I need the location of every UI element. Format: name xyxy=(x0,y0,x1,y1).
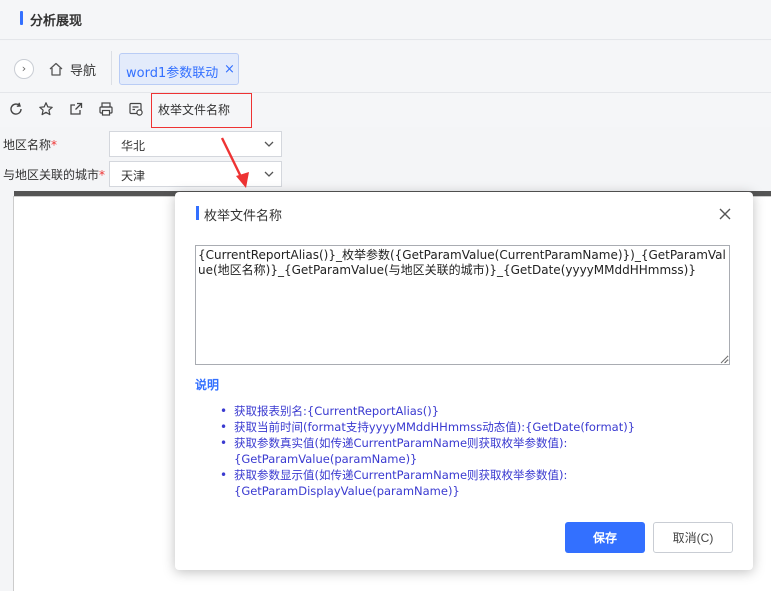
nav-label: 导航 xyxy=(70,63,97,79)
region-select-value: 华北 xyxy=(121,139,146,153)
dialog-accent-bar xyxy=(196,206,199,220)
report-toolbar xyxy=(0,93,771,127)
tab-divider xyxy=(111,51,112,85)
settings-doc-icon[interactable] xyxy=(128,101,144,117)
enum-filename-button-label[interactable]: 枚举文件名称 xyxy=(158,101,230,118)
param-row-city: 与地区关联的城市* 天津 xyxy=(0,159,290,187)
list-item: 获取当前时间(format支持yyyyMMddHHmmss动态值):{GetDa… xyxy=(220,419,690,435)
list-item: 获取参数真实值(如传递CurrentParamName则获取枚举参数值):{Ge… xyxy=(220,435,690,467)
app-header: 分析展现 xyxy=(0,0,771,40)
print-icon[interactable] xyxy=(98,101,114,117)
list-item: 获取参数显示值(如传递CurrentParamName则获取枚举参数值):{Ge… xyxy=(220,467,690,499)
chevron-down-icon xyxy=(264,141,274,147)
home-icon xyxy=(49,62,63,76)
refresh-icon[interactable] xyxy=(8,101,24,117)
filename-expression-textarea[interactable]: {CurrentReportAlias()}_枚举参数({GetParamVal… xyxy=(195,245,730,365)
chevron-right-icon[interactable]: › xyxy=(14,59,34,79)
cancel-button[interactable]: 取消(C) xyxy=(653,522,733,553)
city-select-value: 天津 xyxy=(121,169,146,183)
param-row-region: 地区名称* 华北 xyxy=(0,129,290,157)
tab-label: word1参数联动 xyxy=(126,66,219,81)
close-icon[interactable] xyxy=(718,207,732,221)
nav-tab[interactable]: 导航 xyxy=(48,58,96,80)
list-item: 获取报表别名:{CurrentReportAlias()} xyxy=(220,403,690,419)
close-icon[interactable]: × xyxy=(224,62,235,77)
external-link-icon[interactable] xyxy=(68,101,84,117)
resize-handle-icon[interactable] xyxy=(720,355,729,364)
header-accent-bar xyxy=(20,11,23,25)
dialog-title: 枚举文件名称 xyxy=(204,209,283,224)
chevron-down-icon xyxy=(264,171,274,177)
param-label-region: 地区名称* xyxy=(3,138,58,152)
region-select[interactable]: 华北 xyxy=(109,131,282,157)
enum-filename-dialog: 枚举文件名称 {CurrentReportAlias()}_枚举参数({GetP… xyxy=(175,192,753,570)
explain-list: 获取报表别名:{CurrentReportAlias()} 获取当前时间(for… xyxy=(220,403,690,499)
star-icon[interactable] xyxy=(38,101,54,117)
city-select[interactable]: 天津 xyxy=(109,161,282,187)
explain-heading: 说明 xyxy=(195,378,220,392)
tab-bar: › 导航 word1参数联动 × xyxy=(0,41,771,93)
tab-word1-param-linkage[interactable]: word1参数联动 × xyxy=(119,53,239,85)
save-button[interactable]: 保存 xyxy=(565,522,645,553)
page-title: 分析展现 xyxy=(30,14,83,29)
param-label-city: 与地区关联的城市* xyxy=(3,168,106,182)
